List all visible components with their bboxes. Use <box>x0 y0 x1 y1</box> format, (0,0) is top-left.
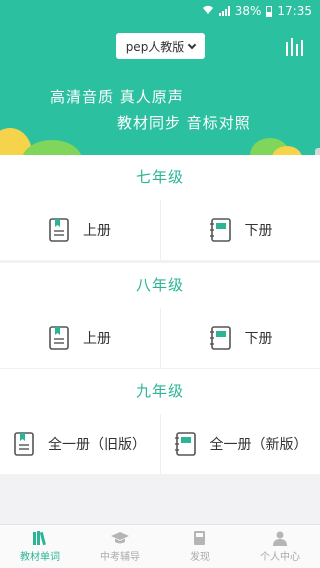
edition-selector-button[interactable]: pep人教版 <box>116 33 205 59</box>
grade-title: 九年级 <box>135 382 184 400</box>
book-icon <box>49 326 69 350</box>
grade-title: 七年级 <box>135 168 184 186</box>
tab-discover[interactable]: 发现 <box>160 525 240 568</box>
tab-exam-tutoring[interactable]: 中考辅导 <box>80 525 160 568</box>
tab-label: 中考辅导 <box>100 552 140 563</box>
book-icon <box>49 218 69 242</box>
slogan-line-1: 高清音质 真人原声 <box>50 88 184 106</box>
volume-button-new-edition[interactable]: 全一册（新版） <box>160 414 320 474</box>
volume-label: 上册 <box>83 223 111 239</box>
book-icon <box>14 432 34 456</box>
tab-textbook-words[interactable]: 教材单词 <box>0 525 80 568</box>
decorative-hill <box>22 140 82 155</box>
tab-label: 个人中心 <box>260 552 300 563</box>
wifi-icon <box>202 4 214 18</box>
notebook-icon <box>209 326 231 350</box>
grade-section-8: 八年级 上册 下册 <box>0 263 320 368</box>
tab-profile[interactable]: 个人中心 <box>240 525 320 568</box>
slogan-line-2: 教材同步 音标对照 <box>117 114 251 132</box>
tab-label: 发现 <box>190 552 210 563</box>
user-icon <box>273 531 287 546</box>
bars-menu-icon[interactable] <box>286 38 306 56</box>
volume-button-lower[interactable]: 下册 <box>160 308 320 368</box>
battery-icon <box>266 5 273 17</box>
status-bar: 38% 17:35 <box>0 0 320 22</box>
notebook-icon <box>174 432 196 456</box>
tab-label: 教材单词 <box>20 552 60 563</box>
grade-section-9: 九年级 全一册（旧版） 全一册（新版） <box>0 369 320 474</box>
volume-button-upper[interactable]: 上册 <box>0 200 160 260</box>
volume-button-old-edition[interactable]: 全一册（旧版） <box>0 414 160 474</box>
volume-label: 上册 <box>83 331 111 347</box>
signal-icon <box>218 6 230 16</box>
status-time: 17:35 <box>277 4 312 18</box>
books-icon <box>33 531 46 546</box>
volume-label: 下册 <box>244 223 273 239</box>
grade-section-7: 七年级 上册 下册 <box>0 155 320 260</box>
edition-label: pep人教版 <box>125 39 185 54</box>
volume-label: 下册 <box>244 331 273 347</box>
volume-button-lower[interactable]: 下册 <box>160 200 320 260</box>
chevron-down-icon <box>188 40 197 49</box>
discover-book-icon <box>194 531 205 545</box>
notebook-icon <box>209 218 231 242</box>
grade-title: 八年级 <box>135 276 184 294</box>
header-banner: 38% 17:35 pep人教版 高清音质 真人原声 教材同步 音标对照 <box>0 0 320 155</box>
volume-label: 全一册（旧版） <box>48 437 146 453</box>
graduation-cap-icon <box>111 532 129 544</box>
battery-percent: 38% <box>234 4 262 18</box>
volume-label: 全一册（新版） <box>209 437 308 453</box>
volume-button-upper[interactable]: 上册 <box>0 308 160 368</box>
bottom-tab-bar: 教材单词 中考辅导 发现 个人中心 <box>0 524 320 568</box>
